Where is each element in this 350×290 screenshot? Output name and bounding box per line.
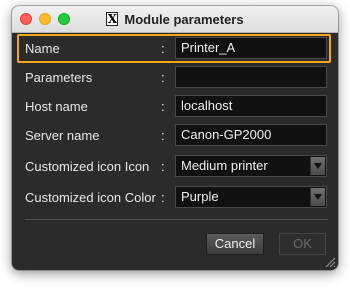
form-row-icon: Customized icon Icon : Medium printer bbox=[12, 154, 338, 180]
divider bbox=[25, 219, 328, 220]
chevron-down-icon bbox=[314, 163, 322, 169]
form-row-parameters: Parameters : bbox=[12, 65, 338, 91]
parameters-input[interactable] bbox=[175, 66, 327, 88]
resize-grip-icon[interactable] bbox=[324, 256, 336, 268]
server-name-label: Server name bbox=[25, 128, 100, 143]
icon-select[interactable]: Medium printer bbox=[175, 155, 327, 177]
host-name-label: Host name bbox=[25, 99, 88, 114]
ok-button[interactable]: OK bbox=[279, 233, 326, 255]
form-row-host-name: Host name : localhost bbox=[12, 94, 338, 120]
title-bar[interactable]: X Module parameters bbox=[12, 6, 338, 33]
icon-select-value: Medium printer bbox=[181, 158, 268, 173]
icon-label: Customized icon Icon bbox=[25, 159, 150, 174]
dialog-title: Module parameters bbox=[124, 11, 244, 27]
color-label: Customized icon Color bbox=[25, 190, 156, 205]
color-select[interactable]: Purple bbox=[175, 186, 327, 208]
server-name-input[interactable]: Canon-GP2000 bbox=[175, 124, 327, 146]
color-dropdown-button[interactable] bbox=[310, 188, 325, 206]
cancel-button[interactable]: Cancel bbox=[206, 233, 264, 255]
chevron-down-icon bbox=[314, 194, 322, 200]
color-select-value: Purple bbox=[181, 189, 219, 204]
module-parameters-dialog: X Module parameters Name : Printer_A Par… bbox=[12, 6, 338, 270]
form-row-color: Customized icon Color : Purple bbox=[12, 185, 338, 211]
x11-app-icon: X bbox=[106, 12, 119, 26]
colon-separator: : bbox=[161, 190, 165, 205]
host-name-input[interactable]: localhost bbox=[175, 95, 327, 117]
icon-dropdown-button[interactable] bbox=[310, 157, 325, 175]
focus-highlight bbox=[17, 34, 331, 63]
colon-separator: : bbox=[161, 70, 165, 85]
parameters-label: Parameters bbox=[25, 70, 93, 85]
colon-separator: : bbox=[161, 159, 165, 174]
form-row-server-name: Server name : Canon-GP2000 bbox=[12, 123, 338, 149]
colon-separator: : bbox=[161, 128, 165, 143]
colon-separator: : bbox=[161, 99, 165, 114]
